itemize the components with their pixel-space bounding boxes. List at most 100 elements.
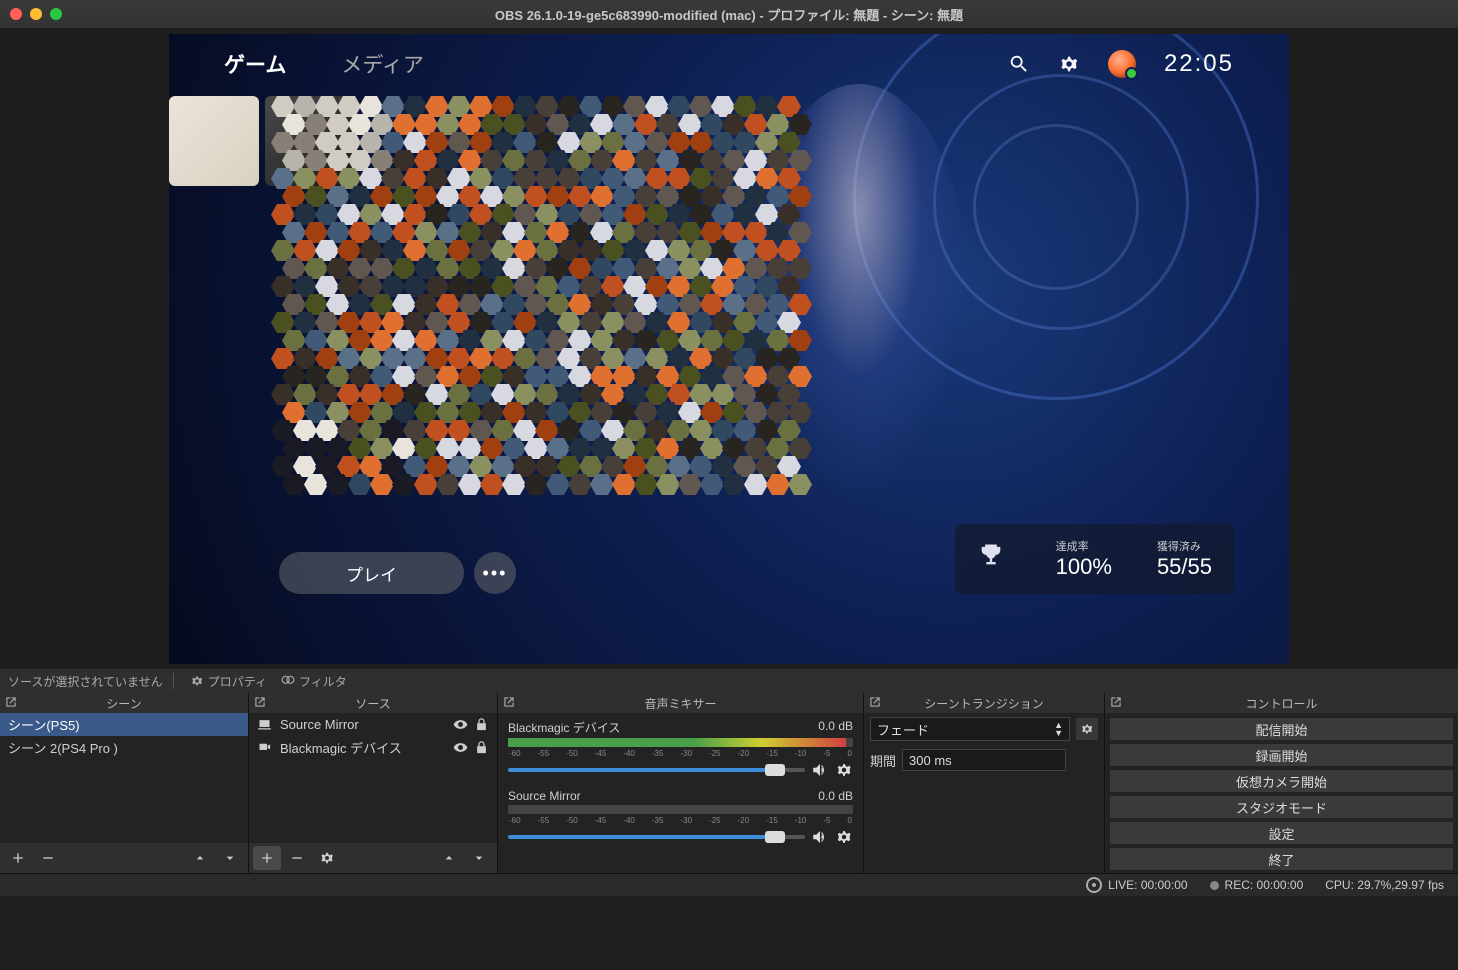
plus-icon — [10, 850, 26, 866]
properties-button[interactable]: プロパティ — [184, 671, 273, 692]
channel-name: Blackmagic デバイス — [508, 719, 620, 736]
completion-value: 100% — [1056, 554, 1112, 580]
gear-icon — [1080, 722, 1094, 736]
status-bar: LIVE: 00:00:00 REC: 00:00:00 CPU: 29.7%,… — [0, 873, 1458, 896]
transitions-body: フェード ▲▼ 期間 300 ms — [864, 713, 1104, 873]
scenes-list[interactable]: シーン(PS5)シーン 2(PS4 Pro ) — [0, 713, 248, 843]
level-meter — [508, 738, 853, 747]
duration-input[interactable]: 300 ms — [902, 749, 1066, 771]
rec-dot-icon — [1210, 881, 1219, 890]
controls-title: コントロール — [1245, 695, 1317, 712]
transition-props-button[interactable] — [1076, 718, 1098, 740]
scenes-title: シーン — [106, 695, 141, 712]
sources-list[interactable]: Source MirrorBlackmagic デバイス — [249, 713, 497, 843]
volume-slider[interactable] — [508, 768, 805, 772]
gear-icon[interactable] — [1058, 53, 1080, 75]
source-up-button[interactable] — [435, 846, 463, 870]
duration-label: 期間 — [870, 751, 896, 770]
scene-down-button[interactable] — [216, 846, 244, 870]
source-item[interactable]: Source Mirror — [249, 713, 497, 736]
source-toolbar: ソースが選択されていません プロパティ フィルタ — [0, 669, 1458, 693]
transitions-dock: シーントランジション フェード ▲▼ 期間 300 ms — [864, 693, 1105, 873]
eye-icon[interactable] — [453, 740, 468, 755]
level-meter — [508, 805, 853, 814]
chevron-up-icon — [192, 850, 208, 866]
control-button[interactable]: 録画開始 — [1109, 743, 1454, 767]
transition-select[interactable]: フェード ▲▼ — [870, 717, 1070, 741]
control-button[interactable]: 配信開始 — [1109, 717, 1454, 741]
popout-icon[interactable] — [868, 695, 882, 709]
live-status: LIVE: 00:00:00 — [1108, 878, 1187, 892]
preview-area[interactable]: ゲーム メディア 22:05 プレイ ••• 達成率 100% — [0, 29, 1458, 669]
add-source-button[interactable] — [253, 846, 281, 870]
controls-body: 配信開始録画開始仮想カメラ開始スタジオモード設定終了 — [1105, 713, 1458, 873]
minus-icon — [40, 850, 56, 866]
nav-games[interactable]: ゲーム — [224, 49, 286, 79]
clock: 22:05 — [1164, 50, 1234, 78]
channel-db: 0.0 dB — [818, 789, 853, 803]
channel-db: 0.0 dB — [818, 719, 853, 736]
control-button[interactable]: 終了 — [1109, 847, 1454, 871]
mixer-title: 音声ミキサー — [644, 695, 716, 712]
chevron-down-icon — [222, 850, 238, 866]
add-scene-button[interactable] — [4, 846, 32, 870]
ps-topbar: ゲーム メディア 22:05 — [169, 34, 1289, 94]
source-item[interactable]: Blackmagic デバイス — [249, 736, 497, 759]
source-props-button[interactable] — [313, 846, 341, 870]
play-button[interactable]: プレイ — [279, 552, 464, 594]
remove-source-button[interactable] — [283, 846, 311, 870]
control-button[interactable]: 設定 — [1109, 821, 1454, 845]
preview-canvas[interactable]: ゲーム メディア 22:05 プレイ ••• 達成率 100% — [169, 34, 1289, 664]
mixer-body: Blackmagic デバイス0.0 dB-60-55-50-45-40-35-… — [498, 713, 863, 873]
nav-media[interactable]: メディア — [341, 49, 424, 79]
remove-scene-button[interactable] — [34, 846, 62, 870]
minus-icon — [289, 850, 305, 866]
filters-button[interactable]: フィルタ — [275, 671, 353, 692]
hex-mosaic — [271, 96, 801, 556]
popout-icon[interactable] — [4, 695, 18, 709]
search-icon[interactable] — [1008, 53, 1030, 75]
control-button[interactable]: 仮想カメラ開始 — [1109, 769, 1454, 793]
more-button[interactable]: ••• — [474, 552, 516, 594]
rec-status: REC: 00:00:00 — [1225, 878, 1304, 892]
spinner-icon: ▲▼ — [1054, 721, 1063, 737]
scenes-dock: シーン シーン(PS5)シーン 2(PS4 Pro ) — [0, 693, 249, 873]
popout-icon[interactable] — [1109, 695, 1123, 709]
speaker-icon[interactable] — [811, 828, 829, 846]
plus-icon — [259, 850, 275, 866]
gear-icon[interactable] — [835, 761, 853, 779]
lock-icon[interactable] — [474, 717, 489, 732]
sources-dock: ソース Source MirrorBlackmagic デバイス — [249, 693, 498, 873]
mixer-channel: Source Mirror0.0 dB-60-55-50-45-40-35-30… — [498, 783, 863, 850]
controls-dock: コントロール 配信開始録画開始仮想カメラ開始スタジオモード設定終了 — [1105, 693, 1458, 873]
earned-label: 獲得済み — [1157, 538, 1212, 554]
chevron-down-icon — [471, 850, 487, 866]
earned-value: 55/55 — [1157, 554, 1212, 580]
source-type-icon — [257, 717, 272, 732]
gear-icon — [319, 850, 335, 866]
source-down-button[interactable] — [465, 846, 493, 870]
window-title: OBS 26.1.0-19-ge5c683990-modified (mac) … — [0, 5, 1458, 24]
trophy-panel: 達成率 100% 獲得済み 55/55 — [955, 524, 1234, 594]
control-button[interactable]: スタジオモード — [1109, 795, 1454, 819]
noselect-label: ソースが選択されていません — [8, 673, 163, 690]
avatar[interactable] — [1108, 50, 1136, 78]
lock-icon[interactable] — [474, 740, 489, 755]
mixer-channel: Blackmagic デバイス0.0 dB-60-55-50-45-40-35-… — [498, 713, 863, 783]
game-tile[interactable] — [169, 96, 259, 186]
gear-icon[interactable] — [835, 828, 853, 846]
scene-item[interactable]: シーン 2(PS4 Pro ) — [0, 736, 248, 759]
mixer-dock: 音声ミキサー Blackmagic デバイス0.0 dB-60-55-50-45… — [498, 693, 864, 873]
broadcast-icon — [1086, 877, 1102, 893]
volume-slider[interactable] — [508, 835, 805, 839]
titlebar: OBS 26.1.0-19-ge5c683990-modified (mac) … — [0, 0, 1458, 29]
speaker-icon[interactable] — [811, 761, 829, 779]
channel-name: Source Mirror — [508, 789, 581, 803]
scene-item[interactable]: シーン(PS5) — [0, 713, 248, 736]
eye-icon[interactable] — [453, 717, 468, 732]
source-type-icon — [257, 740, 272, 755]
popout-icon[interactable] — [502, 695, 516, 709]
transitions-title: シーントランジション — [924, 695, 1043, 712]
popout-icon[interactable] — [253, 695, 267, 709]
scene-up-button[interactable] — [186, 846, 214, 870]
